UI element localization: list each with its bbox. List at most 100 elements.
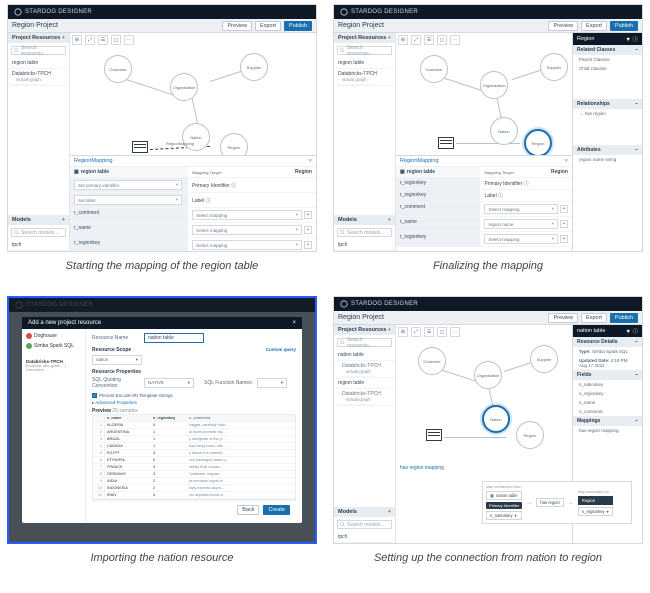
- node-region[interactable]: Region: [516, 421, 544, 449]
- preview-button[interactable]: Preview: [222, 21, 252, 31]
- fn-select[interactable]: ▾: [257, 378, 287, 388]
- add-mapping-icon[interactable]: +: [560, 235, 568, 243]
- node-nation[interactable]: Nation: [182, 123, 210, 151]
- model-search[interactable]: Search models...: [11, 228, 66, 237]
- fields-section[interactable]: Fields−: [573, 370, 642, 380]
- graph-canvas[interactable]: ⊞ ⤢ ☰ ◻ ⋯ Customer Organization Supplier…: [396, 325, 642, 543]
- model-item[interactable]: tpch: [334, 240, 395, 251]
- table-icon[interactable]: [438, 137, 454, 149]
- mapping-left[interactable]: Set label▾: [70, 193, 188, 207]
- mappings-section[interactable]: Mappings−: [573, 416, 642, 426]
- graph-canvas[interactable]: ⊞ ⤢ ☰ ◻ ⋯ Customer Organization Supplier…: [396, 33, 642, 251]
- resource-item[interactable]: region table: [334, 58, 395, 69]
- tool-icon[interactable]: ⤢: [411, 35, 421, 45]
- tool-icon[interactable]: ⋯: [450, 327, 460, 337]
- resource-search[interactable]: Search resources...: [337, 46, 392, 55]
- mapping-right[interactable]: Select mapping▾+: [188, 208, 316, 222]
- quoting-select[interactable]: NATIVE▾: [144, 378, 194, 388]
- pk-chip[interactable]: n_nationkey ▾: [486, 511, 522, 520]
- target-value-chip[interactable]: n_regionkey ▾: [578, 507, 613, 516]
- add-model-icon[interactable]: +: [62, 217, 65, 223]
- tool-icon[interactable]: ◻: [437, 327, 447, 337]
- node-organization[interactable]: Organization: [480, 71, 508, 99]
- tool-icon[interactable]: ☰: [424, 35, 434, 45]
- node-organization[interactable]: Organization: [170, 73, 198, 101]
- mapping-right[interactable]: region name▾+: [480, 217, 572, 231]
- back-button[interactable]: Back: [237, 505, 259, 515]
- export-button[interactable]: Export: [581, 313, 607, 323]
- mapping-right[interactable]: Select mapping▾+: [188, 238, 316, 252]
- attributes-section[interactable]: Attributes−: [573, 145, 642, 155]
- tool-icon[interactable]: ☰: [424, 327, 434, 337]
- model-search[interactable]: Search models...: [337, 520, 392, 529]
- resource-item[interactable]: Databricks-TPCH virtual graph: [8, 69, 69, 86]
- relationship-item[interactable]: → has region: [573, 109, 642, 118]
- node-nation-selected[interactable]: Nation: [482, 405, 510, 433]
- model-search[interactable]: Search models...: [337, 228, 392, 237]
- model-item[interactable]: tpch: [8, 240, 69, 251]
- resource-item[interactable]: Databricks-TPCH virtual graph: [334, 389, 395, 406]
- model-item[interactable]: tpch: [334, 532, 395, 543]
- add-resource-icon[interactable]: +: [62, 35, 65, 41]
- close-modal-icon[interactable]: ×: [292, 320, 296, 326]
- publish-button[interactable]: Publish: [610, 313, 638, 323]
- tool-icon[interactable]: ⋯: [450, 35, 460, 45]
- add-mapping-icon[interactable]: +: [304, 211, 312, 219]
- node-nation[interactable]: Nation: [490, 117, 518, 145]
- tool-icon[interactable]: ⊞: [398, 327, 408, 337]
- node-customer[interactable]: Customer: [420, 55, 448, 83]
- preview-button[interactable]: Preview: [548, 21, 578, 31]
- node-organization[interactable]: Organization: [474, 361, 502, 389]
- related-classes-section[interactable]: Related Classes−: [573, 45, 642, 55]
- tool-icon[interactable]: ⊞: [398, 35, 408, 45]
- tool-icon[interactable]: ◻: [437, 35, 447, 45]
- resource-item[interactable]: Databricks-TPCH virtual graph: [334, 69, 395, 86]
- resource-search[interactable]: Search resources...: [11, 46, 66, 55]
- tool-icon[interactable]: ⊞: [72, 35, 82, 45]
- source-chip[interactable]: ▦ nation table: [486, 491, 522, 500]
- relationships-section[interactable]: Relationships−: [573, 99, 642, 109]
- export-button[interactable]: Export: [581, 21, 607, 31]
- filter-icon[interactable]: ▼ ⓘ: [626, 327, 638, 335]
- resource-item[interactable]: region table: [334, 378, 395, 389]
- publish-button[interactable]: Publish: [284, 21, 312, 31]
- mapping-right[interactable]: Select mapping▾+: [480, 202, 572, 216]
- tool-icon[interactable]: ⤢: [411, 327, 421, 337]
- node-supplier[interactable]: Supplier: [240, 53, 268, 81]
- create-button[interactable]: Create: [263, 505, 290, 515]
- resource-item[interactable]: region table: [8, 58, 69, 69]
- resource-item[interactable]: Databricks-TPCH virtual graph: [334, 361, 395, 378]
- node-supplier[interactable]: Supplier: [540, 53, 568, 81]
- add-resource-icon[interactable]: +: [388, 35, 391, 41]
- graph-canvas[interactable]: ⊞ ⤢ ☰ ◻ ⋯ Customer Organization Supplier…: [70, 33, 316, 251]
- table-icon[interactable]: [132, 141, 148, 153]
- mapping-right[interactable]: Select mapping▾+: [480, 232, 572, 246]
- scope-select[interactable]: nation▾: [92, 355, 142, 365]
- advanced-toggle[interactable]: ▸ Advanced Properties: [92, 400, 296, 406]
- node-supplier[interactable]: Supplier: [530, 345, 558, 373]
- custom-query-link[interactable]: Custom query: [266, 347, 296, 352]
- mapping-item[interactable]: has region mapping: [573, 426, 642, 435]
- relation-chip[interactable]: has region: [536, 498, 564, 507]
- resource-name-input[interactable]: nation table: [144, 333, 204, 343]
- add-mapping-icon[interactable]: +: [304, 241, 312, 249]
- connection-item[interactable]: Doghouse: [26, 333, 81, 339]
- tool-icon[interactable]: ⋯: [124, 35, 134, 45]
- add-mapping-icon[interactable]: +: [560, 205, 568, 213]
- tool-icon[interactable]: ☰: [98, 35, 108, 45]
- tool-icon[interactable]: ⤢: [85, 35, 95, 45]
- tool-icon[interactable]: ◻: [111, 35, 121, 45]
- filter-icon[interactable]: ▼ ⓘ: [626, 35, 638, 43]
- node-customer[interactable]: Customer: [104, 55, 132, 83]
- encode-checkbox[interactable]: Percent Encode IRI Template Strings: [92, 393, 296, 398]
- add-mapping-icon[interactable]: +: [560, 220, 568, 228]
- add-mapping-icon[interactable]: +: [304, 226, 312, 234]
- table-icon[interactable]: [426, 429, 442, 441]
- close-mapping-icon[interactable]: ×: [565, 158, 568, 164]
- add-resource-icon[interactable]: +: [388, 327, 391, 333]
- publish-button[interactable]: Publish: [610, 21, 638, 31]
- connection-item[interactable]: Simba Spark SQL: [26, 343, 81, 349]
- preview-button[interactable]: Preview: [548, 313, 578, 323]
- mapping-right[interactable]: Select mapping▾+: [188, 223, 316, 237]
- node-region-selected[interactable]: Region: [524, 129, 552, 157]
